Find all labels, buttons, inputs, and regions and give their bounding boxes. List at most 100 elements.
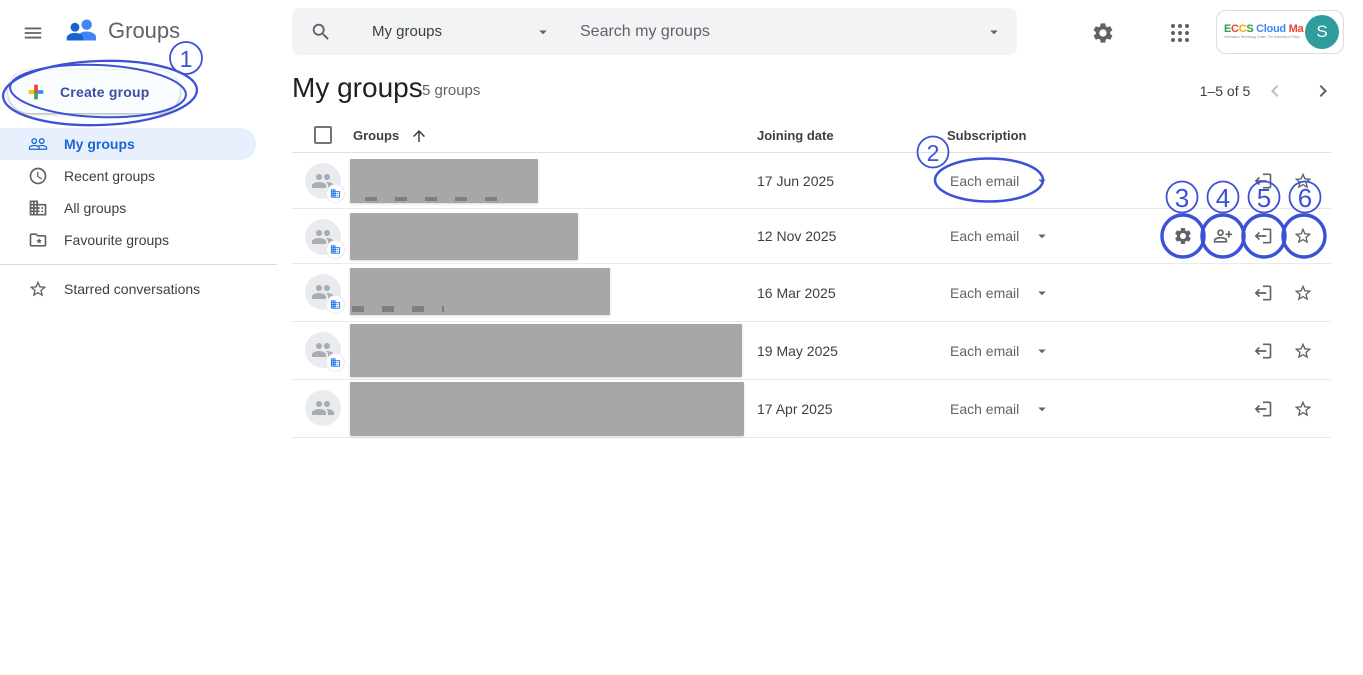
- leave-group-button[interactable]: [1243, 331, 1283, 371]
- annotation-number: 1: [180, 46, 193, 72]
- table-row[interactable]: 17 Apr 2025 Each email: [292, 380, 1331, 438]
- star-icon: [28, 279, 48, 299]
- pagination-range: 1–5 of 5: [1190, 83, 1260, 99]
- avatar-letter: S: [1316, 22, 1327, 42]
- sidebar-item-favourite-groups[interactable]: Favourite groups: [0, 224, 256, 256]
- account-brand-subtitle: Information Technology Center, The Unive…: [1224, 35, 1274, 40]
- star-group-button[interactable]: [1283, 216, 1323, 256]
- subscription-dropdown[interactable]: Each email: [950, 342, 1051, 360]
- column-header-joining-date: Joining date: [757, 120, 834, 152]
- table-header: Groups Joining date Subscription: [292, 120, 1331, 153]
- leave-group-button[interactable]: [1243, 273, 1283, 313]
- star-group-button[interactable]: [1283, 161, 1323, 201]
- google-apps-button[interactable]: [1168, 20, 1194, 46]
- leave-group-button[interactable]: [1243, 161, 1283, 201]
- groups-logo[interactable]: Groups: [62, 12, 180, 50]
- hamburger-icon: [22, 22, 44, 44]
- gear-icon: [1173, 226, 1193, 246]
- groups-logo-icon: [62, 12, 100, 50]
- star-group-button[interactable]: [1283, 389, 1323, 429]
- apps-grid-icon: [1168, 21, 1192, 45]
- chevron-down-icon: [1033, 227, 1051, 245]
- brand-letter: E: [1224, 23, 1231, 35]
- table-row[interactable]: 19 May 2025 Each email: [292, 322, 1331, 380]
- redacted-text-fragment: [352, 306, 444, 312]
- sidebar-item-label: Favourite groups: [64, 232, 169, 248]
- search-scope-dropdown[interactable]: My groups: [372, 23, 562, 41]
- add-members-button[interactable]: [1203, 216, 1243, 256]
- avatar[interactable]: S: [1305, 15, 1339, 49]
- domain-icon: [28, 198, 48, 218]
- leave-group-button[interactable]: [1243, 389, 1283, 429]
- subscription-dropdown[interactable]: Each email: [950, 400, 1051, 418]
- group-count: 5 groups: [422, 82, 480, 99]
- leave-group-icon: [1253, 399, 1273, 419]
- column-header-groups[interactable]: Groups: [353, 120, 399, 152]
- subscription-value: Each email: [950, 401, 1019, 417]
- chevron-down-icon: [1033, 172, 1051, 190]
- sidebar-item-label: All groups: [64, 200, 126, 216]
- leave-group-icon: [1253, 171, 1273, 191]
- redacted-text-fragment: [365, 197, 515, 201]
- account-chip-text: ECCS Cloud Mail Information Technology C…: [1224, 23, 1304, 41]
- search-input[interactable]: Search my groups: [580, 23, 985, 41]
- search-icon: [310, 21, 332, 43]
- subscription-dropdown[interactable]: Each email: [950, 284, 1051, 302]
- sidebar-item-all-groups[interactable]: All groups: [0, 192, 256, 224]
- redacted-group-name: [350, 213, 578, 260]
- account-chip[interactable]: ECCS Cloud Mail Information Technology C…: [1216, 10, 1344, 54]
- organization-badge: [327, 241, 344, 258]
- folder-star-icon: [28, 230, 48, 250]
- brand-letter: C: [1231, 23, 1239, 35]
- advanced-search-chevron-icon[interactable]: [985, 23, 1003, 41]
- search-scope-label: My groups: [372, 23, 442, 40]
- sidebar-item-my-groups[interactable]: My groups: [0, 128, 256, 160]
- redacted-group-name: [350, 324, 742, 377]
- group-avatar: [305, 390, 341, 426]
- next-page-button[interactable]: [1311, 79, 1335, 103]
- star-group-button[interactable]: [1283, 273, 1323, 313]
- app-name: Groups: [108, 18, 180, 44]
- brand-word: Cloud: [1253, 23, 1288, 35]
- star-group-button[interactable]: [1283, 331, 1323, 371]
- people-icon: [28, 134, 48, 154]
- subscription-value: Each email: [950, 285, 1019, 301]
- joining-date: 17 Apr 2025: [757, 401, 833, 417]
- create-group-button[interactable]: Create group: [8, 70, 180, 113]
- subscription-dropdown[interactable]: Each email: [950, 172, 1051, 190]
- select-all-checkbox[interactable]: [314, 126, 332, 144]
- chevron-down-icon: [1033, 400, 1051, 418]
- subscription-value: Each email: [950, 343, 1019, 359]
- star-icon: [1293, 341, 1313, 361]
- organization-badge: [327, 354, 344, 371]
- subscription-dropdown[interactable]: Each email: [950, 227, 1051, 245]
- chevron-left-icon: [1263, 79, 1287, 103]
- leave-group-button[interactable]: [1243, 216, 1283, 256]
- google-groups-page: Groups My groups Search my groups ECCS C…: [0, 0, 1363, 675]
- sidebar-item-starred-conversations[interactable]: Starred conversations: [0, 273, 256, 305]
- star-icon: [1293, 226, 1313, 246]
- sort-ascending-button[interactable]: [410, 127, 428, 145]
- table-row[interactable]: 17 Jun 2025 Each email: [292, 153, 1331, 209]
- joining-date: 17 Jun 2025: [757, 173, 834, 189]
- table-row[interactable]: 16 Mar 2025 Each email: [292, 264, 1331, 322]
- star-icon: [1293, 171, 1313, 191]
- search-bar[interactable]: My groups Search my groups: [292, 8, 1017, 55]
- subscription-value: Each email: [950, 228, 1019, 244]
- sidebar-divider: [0, 264, 277, 265]
- group-settings-button[interactable]: [1163, 216, 1203, 256]
- chevron-down-icon: [534, 23, 552, 41]
- settings-button[interactable]: [1091, 20, 1117, 46]
- star-icon: [1293, 399, 1313, 419]
- column-header-subscription: Subscription: [947, 120, 1026, 152]
- domain-badge-icon: [330, 357, 341, 368]
- previous-page-button[interactable]: [1263, 79, 1287, 103]
- gear-icon: [1091, 21, 1115, 45]
- main-menu-button[interactable]: [20, 20, 46, 46]
- subscription-value: Each email: [950, 173, 1019, 189]
- table-row[interactable]: 12 Nov 2025 Each email: [292, 209, 1331, 264]
- leave-group-icon: [1253, 283, 1273, 303]
- sidebar-item-recent-groups[interactable]: Recent groups: [0, 160, 256, 192]
- sidebar-item-label: Starred conversations: [64, 281, 200, 297]
- account-brand-title: ECCS Cloud Mail: [1224, 23, 1304, 35]
